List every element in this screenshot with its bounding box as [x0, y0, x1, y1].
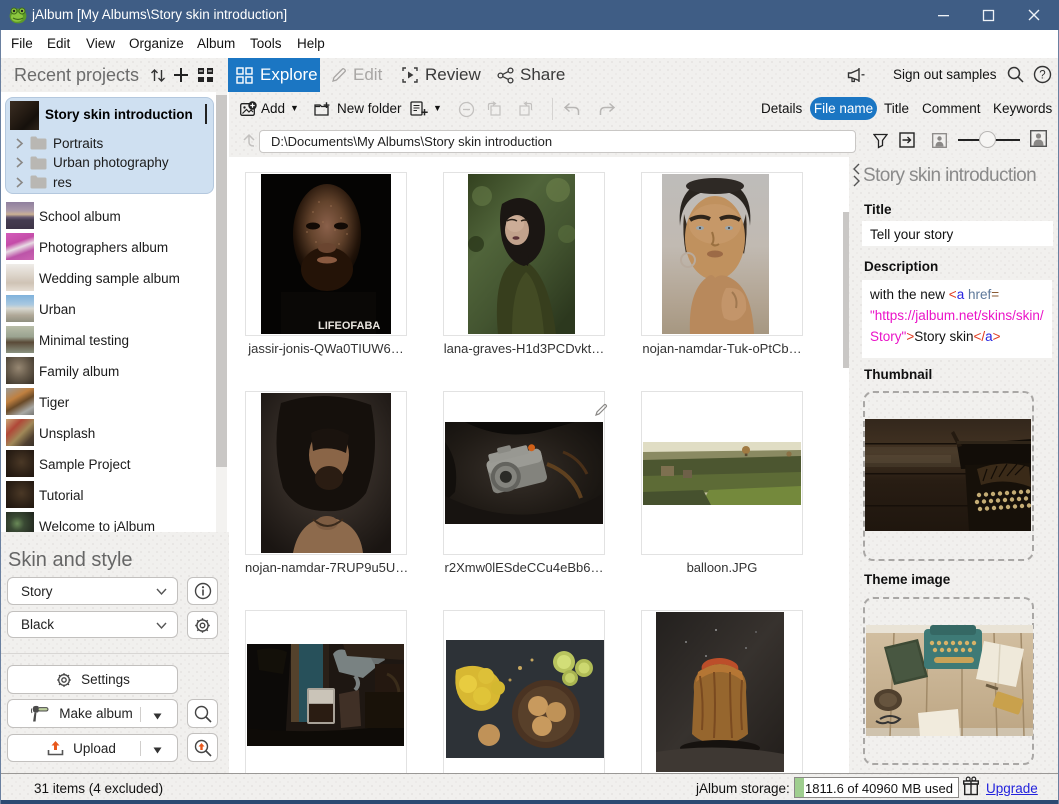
svg-text:?: ?	[1039, 70, 1045, 82]
svg-text:LIFEOFABA: LIFEOFABA	[318, 320, 380, 332]
